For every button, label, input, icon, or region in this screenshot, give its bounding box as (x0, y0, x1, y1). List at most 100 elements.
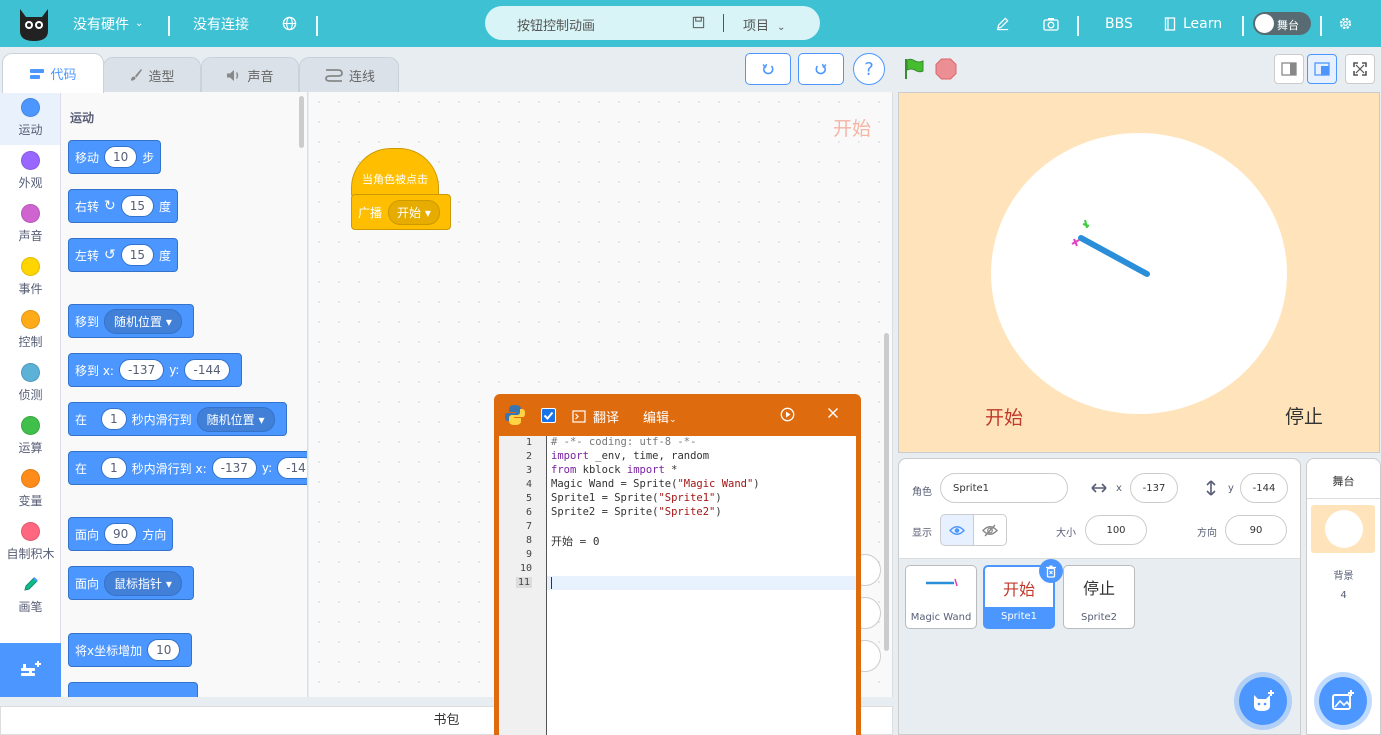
bbs-link[interactable]: BBS (1105, 0, 1133, 47)
gear-icon[interactable] (1338, 0, 1353, 47)
stage[interactable]: 开始 停止 (898, 92, 1380, 453)
stop-icon[interactable] (934, 57, 958, 81)
sprite-tile-sprite2[interactable]: 停止 Sprite2 (1063, 565, 1135, 629)
category-my-blocks[interactable]: 自制积木 (0, 516, 60, 569)
block-move-steps[interactable]: 移动 10 步 (68, 140, 162, 174)
block-number-input[interactable]: 1 (101, 457, 127, 479)
block-partial[interactable] (68, 682, 198, 697)
block-glide-random[interactable]: 在 1 秒内滑行到 随机位置 ▾ (68, 402, 287, 436)
size-input[interactable]: 100 (1085, 515, 1147, 545)
direction-input[interactable]: 90 (1225, 515, 1287, 545)
stage-selector[interactable]: 舞台 背景 4 (1306, 458, 1381, 735)
block-turn-left[interactable]: 左转 ↺ 15 度 (68, 238, 179, 272)
block-turn-right[interactable]: 右转 ↻ 15 度 (68, 189, 179, 223)
start-sprite[interactable]: 开始 (985, 403, 1023, 430)
tab-code[interactable]: 代码 (2, 53, 104, 93)
block-goto-xy[interactable]: 移到 x: -137 y: -144 (68, 353, 242, 387)
delete-sprite-button[interactable] (1039, 559, 1063, 583)
tab-wiring[interactable]: 连线 (299, 57, 399, 92)
block-number-input[interactable]: 1 (101, 408, 127, 430)
small-stage-icon (1281, 62, 1297, 76)
category-looks[interactable]: 外观 (0, 145, 60, 198)
add-sprite-button[interactable] (1239, 677, 1287, 725)
block-goto-random[interactable]: 移到 随机位置 ▾ (68, 304, 194, 338)
sync-checkbox[interactable] (541, 408, 556, 423)
run-icon[interactable] (780, 407, 795, 422)
connection-menu[interactable]: 没有连接 (193, 0, 249, 47)
help-icon[interactable]: ? (853, 53, 885, 85)
pencil-icon[interactable] (995, 0, 1010, 47)
line-number: 6 (525, 507, 532, 518)
fullscreen-button[interactable] (1345, 54, 1375, 84)
add-extension-button[interactable] (0, 643, 61, 697)
workspace-scrollbar[interactable] (884, 333, 889, 651)
redo-button[interactable] (798, 53, 844, 85)
hardware-menu[interactable]: 没有硬件 ⌄ (73, 0, 143, 47)
stage-mode-toggle[interactable]: 舞台 (1253, 12, 1311, 35)
block-number-input[interactable]: -14 (277, 457, 307, 479)
close-icon[interactable] (827, 407, 839, 419)
category-control[interactable]: 控制 (0, 304, 60, 357)
show-visible-button[interactable] (940, 514, 974, 546)
block-dropdown[interactable]: 随机位置 ▾ (104, 308, 182, 334)
category-dot (21, 416, 40, 435)
learn-label: Learn (1183, 15, 1223, 32)
divider (168, 16, 170, 36)
code-text: Sprite2 = Sprite( (551, 506, 659, 518)
undo-button[interactable] (745, 53, 791, 85)
hat-block-sprite-clicked[interactable]: 当角色被点击 (351, 148, 439, 198)
save-icon[interactable] (692, 16, 705, 29)
small-stage-button[interactable] (1274, 54, 1304, 84)
line-number: 9 (525, 549, 532, 560)
show-hidden-button[interactable] (973, 514, 1007, 546)
block-number-input[interactable]: -137 (211, 457, 257, 479)
learn-link[interactable]: Learn (1164, 0, 1222, 47)
category-motion[interactable]: 运动 (0, 92, 60, 145)
sprite-tile-magic-wand[interactable]: Magic Wand (905, 565, 977, 629)
block-number-input[interactable]: 10 (104, 146, 138, 168)
sprite-name-input[interactable]: Sprite1 (940, 473, 1068, 503)
block-number-input[interactable]: 10 (147, 639, 181, 661)
category-sensing[interactable]: 侦测 (0, 357, 60, 410)
large-stage-button[interactable] (1307, 54, 1337, 84)
green-flag-icon[interactable] (902, 57, 926, 81)
block-glide-xy[interactable]: 在 1 秒内滑行到 x: -137 y: -14 (68, 451, 307, 485)
horizontal-arrows-icon (1090, 481, 1108, 495)
tab-costumes[interactable]: 造型 (103, 57, 201, 92)
divider (1320, 16, 1322, 36)
magic-wand-sprite[interactable] (1069, 218, 1153, 278)
block-number-input[interactable]: -137 (118, 359, 165, 381)
stop-sprite[interactable]: 停止 (1285, 402, 1323, 429)
category-events[interactable]: 事件 (0, 251, 60, 304)
block-point-towards[interactable]: 面向 鼠标指针 ▾ (68, 566, 194, 600)
block-change-x[interactable]: 将x坐标增加 10 (68, 633, 193, 667)
category-variables[interactable]: 变量 (0, 463, 60, 516)
palette-scrollbar[interactable] (299, 96, 304, 148)
app-logo[interactable] (15, 3, 53, 43)
code-editor[interactable]: 1 2 3 4 5 6 7 8 9 10 11 # -*- coding: ut… (499, 436, 856, 735)
camera-icon[interactable] (1043, 0, 1059, 47)
block-number-input[interactable]: 15 (120, 195, 155, 217)
project-title[interactable]: 按钮控制动画 (517, 15, 595, 34)
tab-label: 声音 (247, 69, 274, 85)
block-dropdown[interactable]: 开始 ▾ (388, 199, 440, 225)
block-number-input[interactable]: 90 (104, 523, 138, 545)
block-dropdown[interactable]: 随机位置 ▾ (196, 406, 275, 432)
edit-menu[interactable]: 编辑⌄ (643, 407, 677, 426)
add-backdrop-button[interactable] (1319, 677, 1367, 725)
block-point-direction[interactable]: 面向 90 方向 (68, 517, 174, 551)
block-broadcast[interactable]: 广播 开始 ▾ (351, 194, 451, 230)
x-input[interactable]: -137 (1130, 473, 1178, 503)
y-input[interactable]: -144 (1240, 473, 1288, 503)
block-number-input[interactable]: -144 (184, 359, 230, 381)
globe-icon[interactable] (282, 0, 297, 47)
category-operators[interactable]: 运算 (0, 410, 60, 463)
category-pen[interactable]: 画笔 (0, 569, 60, 622)
translate-button[interactable]: 翻译 (572, 407, 619, 426)
tab-sounds[interactable]: 声音 (201, 57, 299, 92)
project-menu[interactable]: 项目 ⌄ (743, 15, 785, 34)
category-sound[interactable]: 声音 (0, 198, 60, 251)
image-plus-icon (1330, 689, 1356, 713)
block-number-input[interactable]: 15 (120, 244, 155, 266)
block-dropdown[interactable]: 鼠标指针 ▾ (104, 570, 182, 596)
